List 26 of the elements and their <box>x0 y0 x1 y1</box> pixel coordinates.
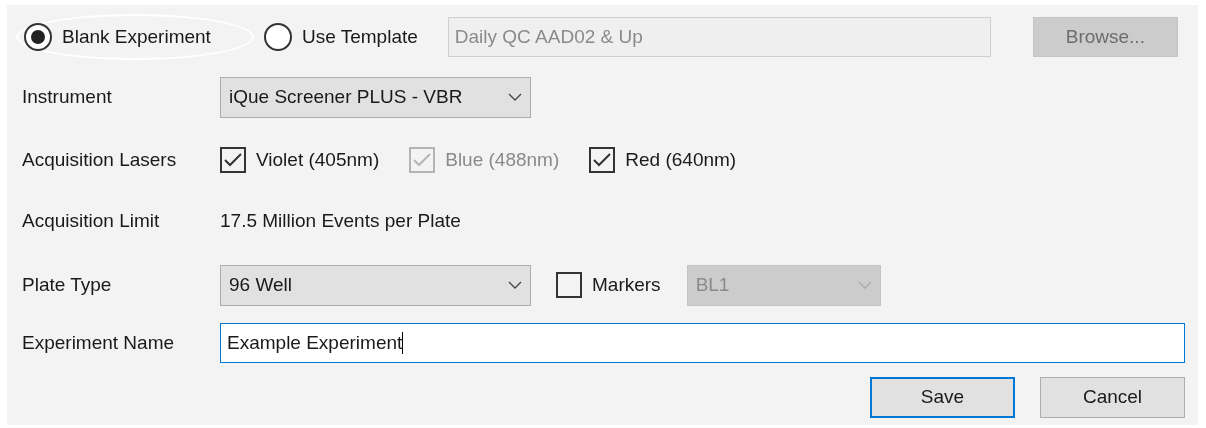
dropdown[interactable]: iQue Screener PLUS - VBR <box>220 76 531 118</box>
check-icon <box>593 153 612 167</box>
field-label: Instrument <box>22 84 113 109</box>
field-label: Acquisition Limit <box>22 208 161 233</box>
radio-option[interactable]: Use Template <box>256 14 426 60</box>
check-icon <box>224 153 242 167</box>
checkbox-label: Blue (488nm) <box>445 147 560 172</box>
checkbox-label: Markers <box>592 272 661 297</box>
radio-option[interactable]: Blank Experiment <box>16 14 254 60</box>
field-label: Experiment Name <box>22 330 176 355</box>
dialog-button[interactable]: Save <box>870 377 1015 418</box>
chevron-down-icon <box>857 281 872 289</box>
checkbox-label: Red (640nm) <box>625 147 737 172</box>
checkbox[interactable] <box>556 272 582 298</box>
field-label: Acquisition Lasers <box>22 147 178 172</box>
field-label: Plate Type <box>22 272 113 297</box>
checkbox[interactable] <box>220 147 246 173</box>
checkbox-label: Violet (405nm) <box>256 147 380 172</box>
chevron-down-icon <box>508 281 522 289</box>
dropdown[interactable]: 96 Well <box>220 264 531 306</box>
check-icon <box>413 153 432 167</box>
checkbox[interactable] <box>589 147 616 173</box>
experiment-name-field[interactable]: Example Experiment <box>220 323 1185 363</box>
acquisition-limit-value: 17.5 Million Events per Plate <box>220 208 461 233</box>
chevron-down-icon <box>508 93 522 101</box>
dialog-button[interactable]: Cancel <box>1040 377 1185 418</box>
